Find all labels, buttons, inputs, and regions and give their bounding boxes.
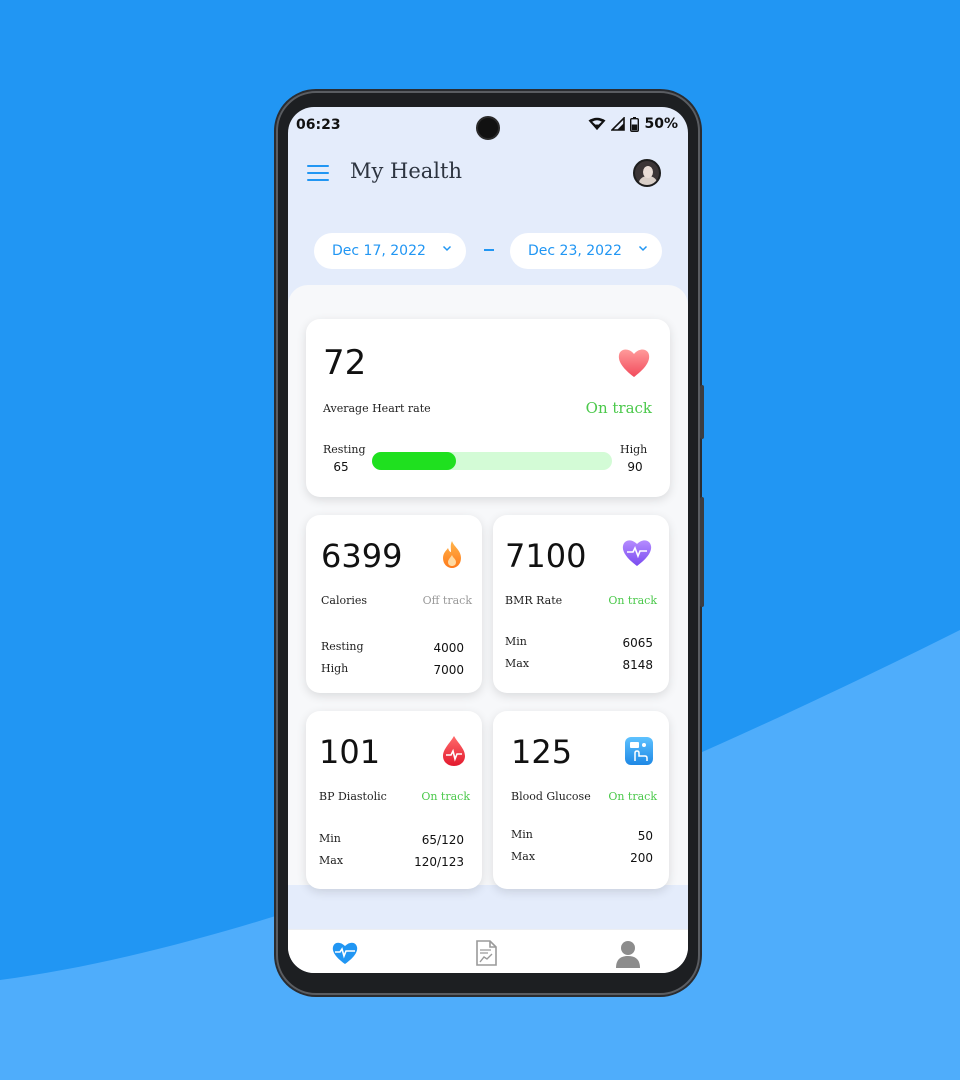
front-camera [476, 116, 500, 140]
profile-icon[interactable] [613, 938, 643, 968]
status-icons: 50% [588, 116, 678, 132]
bmr-status: On track [608, 594, 657, 607]
status-time: 06:23 [296, 117, 341, 133]
heart-icon [618, 349, 650, 377]
calories-row2-label: High [321, 662, 349, 675]
calories-row2-value: 7000 [433, 663, 464, 677]
battery-percentage: 50% [644, 116, 678, 132]
heart-rate-status: On track [585, 399, 652, 417]
bp-row2-value: 120/123 [414, 855, 464, 869]
heart-rate-value: 72 [323, 343, 367, 383]
bmr-row2-label: Max [505, 657, 530, 670]
phone-frame: 06:23 50% My Health Dec 17, 2022 Dec 23,… [276, 91, 704, 995]
avatar[interactable] [633, 159, 661, 187]
bottom-navigation [288, 929, 688, 973]
power-button [700, 497, 704, 607]
glucose-row2-label: Max [511, 850, 536, 863]
bp-row2-label: Max [319, 854, 344, 867]
wifi-icon [588, 117, 606, 130]
bmr-row1-label: Min [505, 635, 527, 648]
battery-icon [630, 116, 640, 132]
glucose-card[interactable]: 125 Blood Glucose On track Min 50 Max 20… [493, 711, 669, 889]
glucose-label: Blood Glucose [511, 790, 591, 803]
bmr-row1-value: 6065 [622, 636, 653, 650]
bp-row1-label: Min [319, 832, 341, 845]
heart-rate-progress-fill [372, 452, 456, 470]
bmr-card[interactable]: 7100 BMR Rate On track Min 6065 Max 8148 [493, 515, 669, 693]
pulse-heart-icon [622, 540, 652, 566]
end-date-picker[interactable]: Dec 23, 2022 [510, 233, 662, 269]
heart-pulse-icon[interactable] [330, 938, 360, 968]
glucose-status: On track [608, 790, 657, 803]
blood-drop-icon [443, 736, 465, 766]
resting-label: Resting [323, 443, 366, 456]
resting-value: 65 [333, 460, 349, 474]
heart-rate-progress-track [372, 452, 612, 470]
date-range-separator [484, 249, 494, 251]
high-label: High [620, 443, 648, 456]
calories-row1-value: 4000 [433, 641, 464, 655]
report-icon[interactable] [471, 938, 501, 968]
glucose-row2-value: 200 [630, 851, 653, 865]
end-date-label: Dec 23, 2022 [528, 243, 622, 259]
chevron-down-icon [638, 245, 648, 252]
bp-label: BP Diastolic [319, 790, 387, 803]
bp-card[interactable]: 101 BP Diastolic On track Min 65/120 Max… [306, 711, 482, 889]
bmr-row2-value: 8148 [622, 658, 653, 672]
volume-button [700, 385, 704, 439]
high-value: 90 [627, 460, 643, 474]
glucose-row1-value: 50 [637, 829, 653, 843]
bp-status: On track [421, 790, 470, 803]
calories-status: Off track [422, 594, 472, 607]
calories-label: Calories [321, 594, 368, 607]
heart-rate-label: Average Heart rate [323, 402, 431, 415]
bmr-value: 7100 [505, 537, 587, 575]
calories-card[interactable]: 6399 Calories Off track Resting 4000 Hig… [306, 515, 482, 693]
heart-rate-card[interactable]: 72 Average Heart rate On track Resting 6… [306, 319, 670, 497]
calories-value: 6399 [321, 537, 403, 575]
glucose-value: 125 [511, 733, 573, 771]
glucose-row1-label: Min [511, 828, 533, 841]
chevron-down-icon [442, 245, 452, 252]
signal-icon [611, 117, 626, 131]
bp-value: 101 [319, 733, 381, 771]
calories-row1-label: Resting [321, 640, 364, 653]
bmr-label: BMR Rate [505, 594, 563, 607]
start-date-label: Dec 17, 2022 [332, 243, 426, 259]
dashboard-content: 72 Average Heart rate On track Resting 6… [288, 285, 688, 889]
status-bar: 06:23 50% [288, 107, 688, 143]
bp-row1-value: 65/120 [421, 833, 464, 847]
flame-icon [443, 541, 461, 568]
glucose-meter-icon [625, 737, 653, 765]
app-bar: My Health [288, 151, 688, 195]
phone-screen: 06:23 50% My Health Dec 17, 2022 Dec 23,… [288, 107, 688, 973]
page-title: My Health [350, 159, 462, 183]
start-date-picker[interactable]: Dec 17, 2022 [314, 233, 466, 269]
hamburger-menu-icon[interactable] [307, 165, 329, 183]
